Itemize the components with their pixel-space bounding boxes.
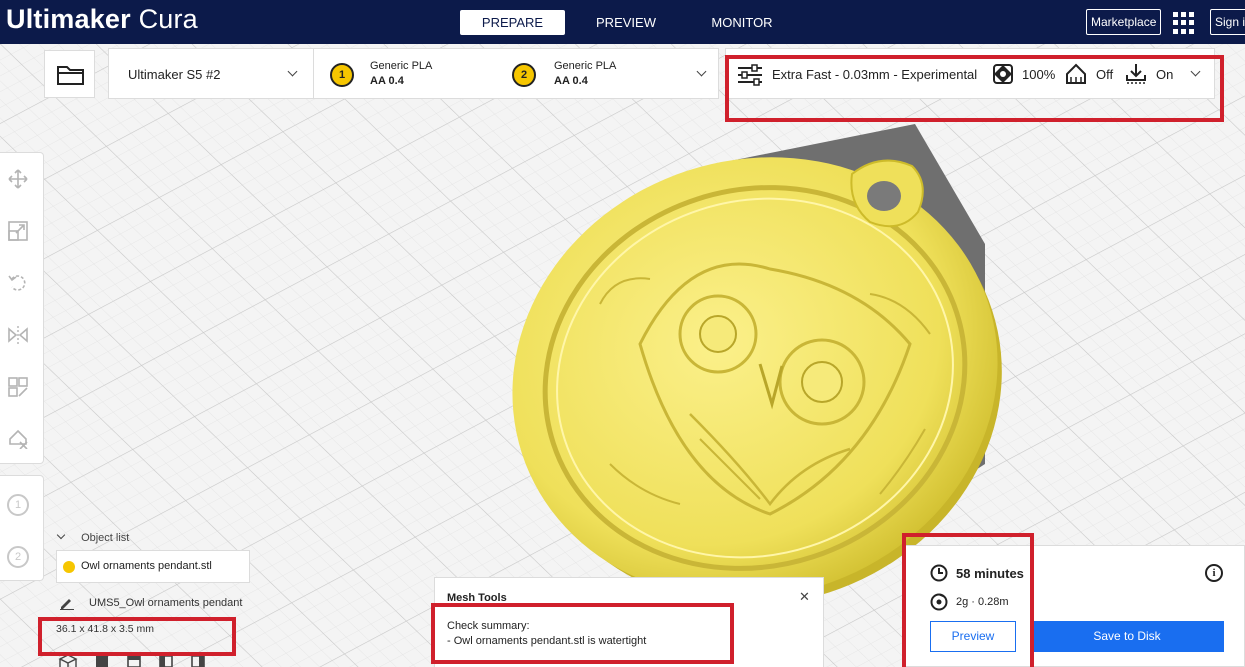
print-settings-selector[interactable]: Extra Fast - 0.03mm - Experimental 100% … — [725, 48, 1215, 99]
front-view-icon[interactable] — [92, 654, 112, 667]
sign-in-button[interactable]: Sign in — [1210, 9, 1245, 35]
check-summary-heading: Check summary: — [447, 620, 530, 632]
material-selector[interactable]: 1 Generic PLA AA 0.4 2 Generic PLA AA 0.… — [313, 48, 719, 99]
per-model-settings-icon[interactable] — [8, 377, 28, 397]
support-blocker-icon[interactable] — [8, 429, 28, 449]
profile-name: Extra Fast - 0.03mm - Experimental — [772, 67, 978, 82]
pencil-icon[interactable] — [59, 596, 75, 610]
adhesion-icon — [1126, 64, 1146, 84]
extruder-2-icon: 2 — [512, 63, 536, 87]
object-list-item[interactable]: Owl ornaments pendant.stl — [56, 550, 250, 583]
brand-light: Cura — [138, 4, 198, 34]
extruder-2-material: Generic PLA — [554, 60, 617, 72]
mesh-tools-title: Mesh Tools — [447, 592, 507, 604]
extruder-2-button[interactable]: 2 — [7, 546, 29, 568]
applications-grid-icon[interactable] — [1173, 12, 1195, 34]
infill-value: 100% — [1022, 67, 1056, 82]
spool-icon — [930, 593, 948, 611]
marketplace-button[interactable]: Marketplace — [1086, 9, 1162, 35]
app-logo: Ultimaker Cura — [6, 4, 198, 35]
left-view-icon[interactable] — [156, 654, 176, 667]
object-list-label: Object list — [81, 532, 130, 544]
object-list-header[interactable]: Object list — [56, 530, 130, 544]
print-time: 58 minutes — [956, 566, 1024, 581]
right-view-icon[interactable] — [188, 654, 208, 667]
extruder-1-nozzle: AA 0.4 — [370, 75, 404, 87]
mesh-tools-panel: Mesh Tools ✕ Check summary: - Owl orname… — [434, 577, 824, 667]
extruder-1-material: Generic PLA — [370, 60, 433, 72]
print-job-panel: 58 minutes i 2g · 0.28m Preview Save to … — [905, 545, 1245, 667]
material-usage: 2g · 0.28m — [956, 596, 1009, 608]
info-icon[interactable]: i — [1205, 564, 1223, 582]
extruder-2-nozzle: AA 0.4 — [554, 75, 588, 87]
job-name[interactable]: UMS5_Owl ornaments pendant — [89, 597, 242, 609]
extruder-panel: 1 2 — [0, 475, 44, 581]
chevron-down-icon — [287, 66, 298, 77]
preview-button[interactable]: Preview — [930, 621, 1016, 652]
extruder-1-button[interactable]: 1 — [7, 494, 29, 516]
camera-view-buttons — [58, 654, 218, 667]
scale-icon[interactable] — [8, 221, 28, 241]
support-icon — [1066, 63, 1086, 84]
mirror-icon[interactable] — [8, 325, 28, 345]
support-value: Off — [1096, 67, 1114, 82]
infill-icon — [993, 64, 1013, 84]
tool-panel — [0, 152, 44, 464]
extruder-color-dot — [63, 561, 75, 573]
extruder-1-icon: 1 — [330, 63, 354, 87]
header-bar: Ultimaker Cura PREPARE PREVIEW MONITOR M… — [0, 0, 1245, 44]
printer-name: Ultimaker S5 #2 — [128, 67, 221, 82]
object-filename: Owl ornaments pendant.stl — [81, 560, 212, 572]
folder-icon — [57, 66, 84, 85]
tab-monitor[interactable]: MONITOR — [698, 10, 786, 35]
rotate-icon[interactable] — [8, 273, 28, 293]
open-file-button[interactable] — [44, 50, 95, 98]
brand-bold: Ultimaker — [6, 4, 131, 34]
tab-preview[interactable]: PREVIEW — [582, 10, 670, 35]
check-summary-line: - Owl ornaments pendant.stl is watertigh… — [447, 635, 647, 647]
close-icon[interactable]: ✕ — [799, 589, 810, 605]
clock-icon — [930, 564, 948, 582]
chevron-down-icon — [696, 66, 707, 77]
sliders-icon — [738, 64, 762, 86]
tab-prepare[interactable]: PREPARE — [460, 10, 565, 35]
chevron-down-icon — [1190, 66, 1201, 77]
3d-view-icon[interactable] — [58, 654, 78, 667]
printer-selector[interactable]: Ultimaker S5 #2 — [108, 48, 313, 99]
model-dimensions: 36.1 x 41.8 x 3.5 mm — [56, 623, 155, 635]
save-to-disk-button[interactable]: Save to Disk — [1030, 621, 1224, 652]
adhesion-value: On — [1156, 67, 1174, 82]
move-icon[interactable] — [8, 169, 28, 189]
top-view-icon[interactable] — [124, 654, 144, 667]
chevron-down-icon — [56, 530, 66, 540]
